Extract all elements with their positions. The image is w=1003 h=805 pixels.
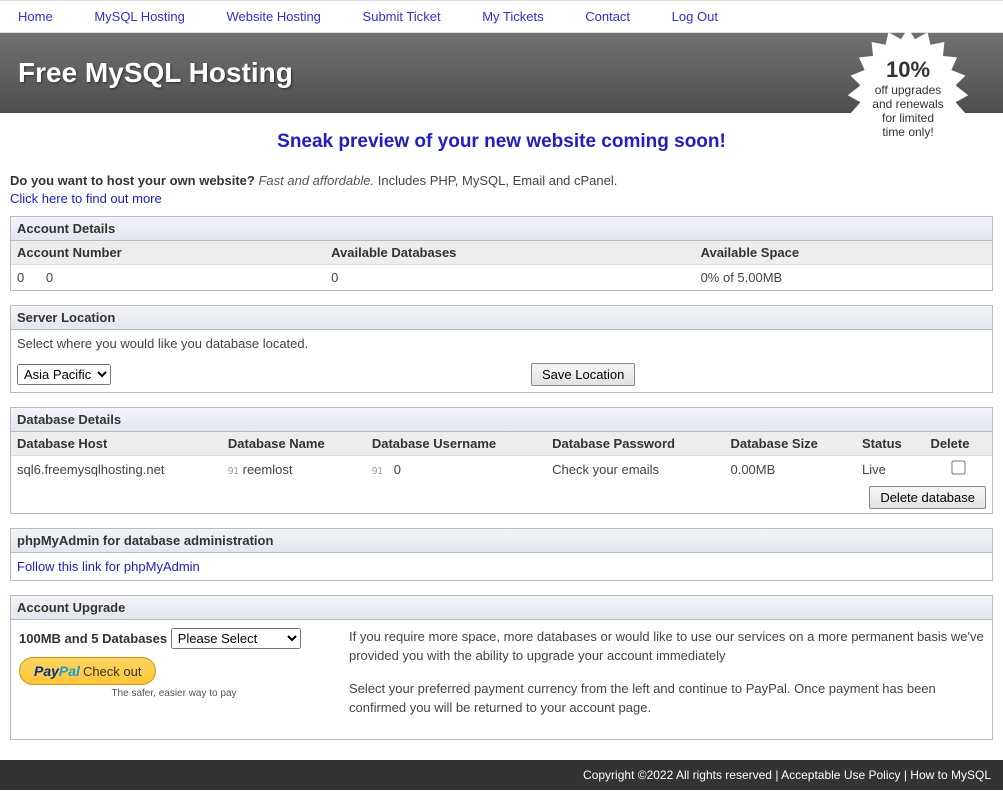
col-available-space: Available Space: [695, 241, 992, 265]
paypal-checkout-button[interactable]: PayPal Check out: [19, 657, 156, 685]
database-table: Database Host Database Name Database Use…: [11, 432, 992, 513]
account-upgrade-panel: Account Upgrade 100MB and 5 Databases Pl…: [10, 595, 993, 740]
col-db-size: Database Size: [724, 432, 856, 456]
nav-contact[interactable]: Contact: [585, 9, 630, 24]
col-db-status: Status: [856, 432, 924, 456]
account-details-title: Account Details: [11, 217, 992, 241]
available-databases-value: 0: [325, 265, 694, 291]
upgrade-plan-label: 100MB and 5 Databases: [19, 631, 167, 646]
promo-line: for limited: [882, 111, 934, 125]
col-db-password: Database Password: [546, 432, 724, 456]
footer-aup-link[interactable]: Acceptable Use Policy: [781, 768, 900, 782]
phpmyadmin-panel: phpMyAdmin for database administration F…: [10, 528, 993, 581]
phpmyadmin-link[interactable]: Follow this link for phpMyAdmin: [11, 553, 206, 580]
table-row: 0 0 0 0% of 5.00MB: [11, 265, 992, 291]
col-db-name: Database Name: [222, 432, 366, 456]
db-password-value: Check your emails: [546, 456, 724, 483]
footer-copyright: Copyright ©2022 All rights reserved: [583, 768, 772, 782]
upgrade-desc-2: Select your preferred payment currency f…: [349, 680, 984, 718]
database-details-title: Database Details: [11, 408, 992, 432]
page-header: Free MySQL Hosting 10% off upgrades and …: [0, 33, 1003, 113]
col-db-username: Database Username: [366, 432, 546, 456]
find-out-more-link[interactable]: Click here to find out more: [10, 191, 993, 206]
db-delete-checkbox[interactable]: [951, 460, 965, 474]
promo-line: and renewals: [872, 97, 943, 111]
col-available-databases: Available Databases: [325, 241, 694, 265]
db-size-value: 0.00MB: [724, 456, 856, 483]
promo-line: time only!: [882, 125, 933, 139]
server-location-title: Server Location: [11, 306, 992, 330]
account-upgrade-title: Account Upgrade: [11, 596, 992, 620]
col-db-host: Database Host: [11, 432, 222, 456]
database-details-panel: Database Details Database Host Database …: [10, 407, 993, 514]
account-number-value: 0 0: [11, 265, 325, 291]
intro-question: Do you want to host your own website?: [10, 173, 255, 188]
delete-database-button[interactable]: Delete database: [869, 486, 986, 509]
db-status-value: Live: [856, 456, 924, 483]
account-details-panel: Account Details Account Number Available…: [10, 216, 993, 291]
server-location-panel: Server Location Select where you would l…: [10, 305, 993, 393]
top-nav: Home MySQL Hosting Website Hosting Submi…: [0, 0, 1003, 33]
server-location-desc: Select where you would like you database…: [11, 330, 992, 357]
server-location-select[interactable]: Asia Pacific: [17, 364, 111, 385]
promo-line: off upgrades: [875, 83, 942, 97]
page-title: Free MySQL Hosting: [18, 57, 985, 89]
nav-mysql-hosting[interactable]: MySQL Hosting: [94, 9, 185, 24]
db-host-value: sql6.freemysqlhosting.net: [11, 456, 222, 483]
intro-rest: Includes PHP, MySQL, Email and cPanel.: [374, 173, 617, 188]
phpmyadmin-title: phpMyAdmin for database administration: [11, 529, 992, 553]
intro-text: Do you want to host your own website? Fa…: [10, 163, 993, 216]
promo-percent: 10%: [886, 57, 930, 83]
account-table: Account Number Available Databases Avail…: [11, 241, 992, 290]
delete-row: Delete database: [11, 482, 992, 513]
nav-submit-ticket[interactable]: Submit Ticket: [363, 9, 441, 24]
db-name-value: 91 reemlost: [222, 456, 366, 483]
upgrade-currency-select[interactable]: Please Select: [171, 628, 301, 649]
footer: Copyright ©2022 All rights reserved | Ac…: [0, 760, 1003, 790]
nav-home[interactable]: Home: [18, 9, 53, 24]
nav-my-tickets[interactable]: My Tickets: [482, 9, 543, 24]
preview-banner: Sneak preview of your new website coming…: [0, 113, 1003, 163]
col-account-number: Account Number: [11, 241, 325, 265]
save-location-button[interactable]: Save Location: [531, 363, 635, 386]
nav-website-hosting[interactable]: Website Hosting: [227, 9, 321, 24]
footer-howto-link[interactable]: How to MySQL: [910, 768, 991, 782]
table-row: sql6.freemysqlhosting.net 91 reemlost 91…: [11, 456, 992, 483]
db-username-value: 91 0: [366, 456, 546, 483]
upgrade-desc-1: If you require more space, more database…: [349, 628, 984, 666]
nav-logout[interactable]: Log Out: [672, 9, 718, 24]
paypal-safer-text: The safer, easier way to pay: [19, 688, 329, 699]
col-db-delete: Delete: [924, 432, 992, 456]
available-space-value: 0% of 5.00MB: [695, 265, 992, 291]
intro-tagline: Fast and affordable.: [258, 173, 374, 188]
